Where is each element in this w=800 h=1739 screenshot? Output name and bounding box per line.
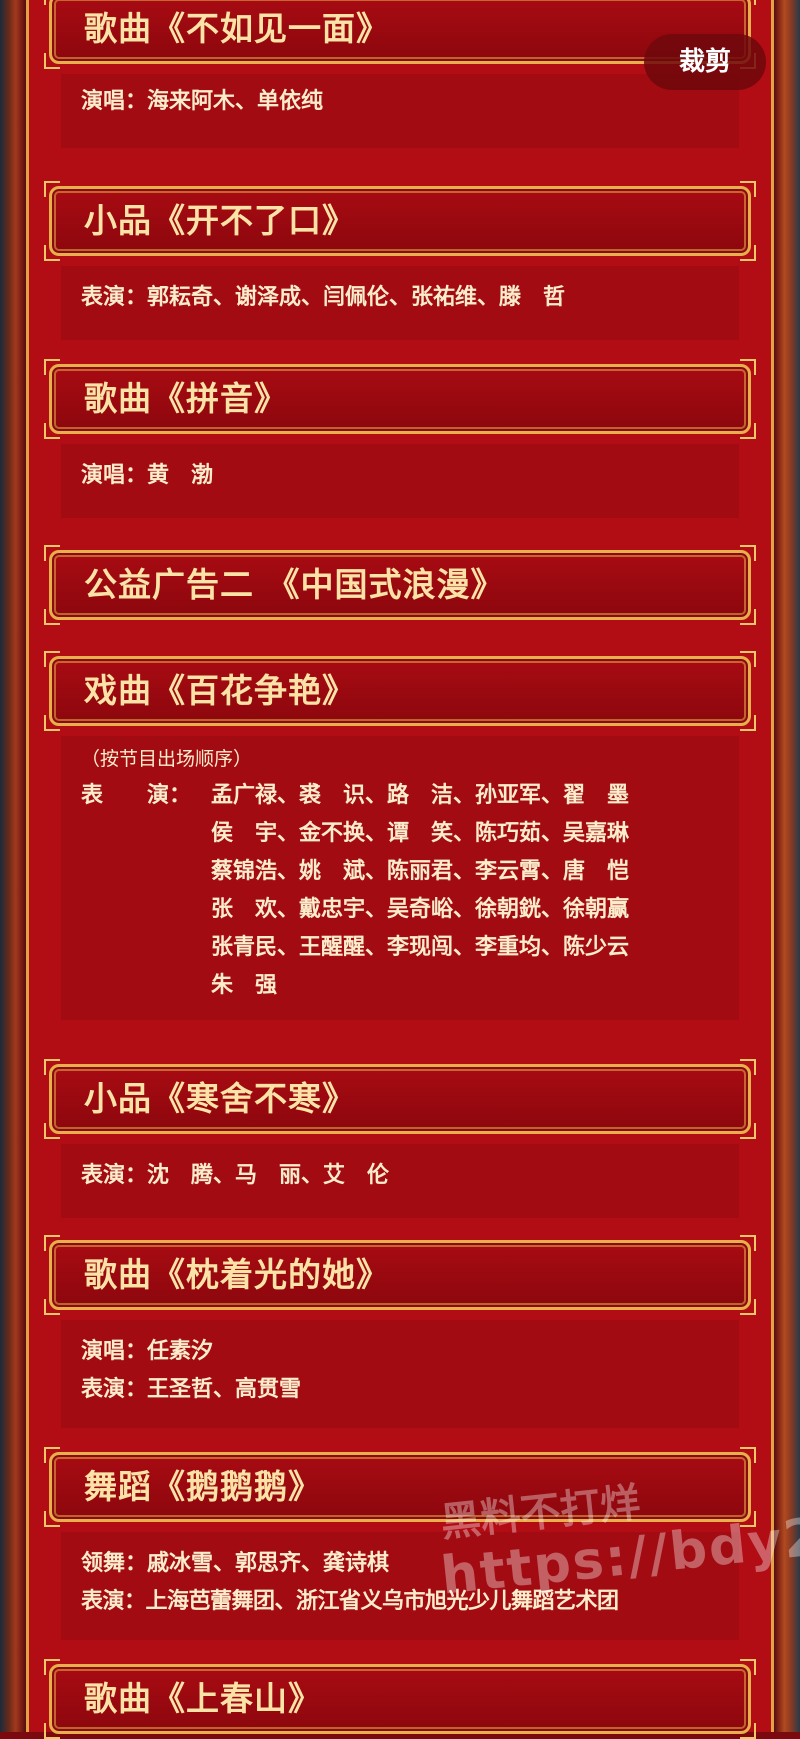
program-item: 歌曲《枕着光的她》 演唱：任素汐 表演：王圣哲、高贯雪 — [44, 1235, 756, 1428]
credit-line: 表演：郭耘奇、谢泽成、闫佩伦、张祐维、滕 哲 — [81, 284, 566, 310]
order-note: （按节目出场顺序） — [81, 748, 253, 770]
program-title: 小品《寒舍不寒》 — [84, 1079, 356, 1118]
program-title: 歌曲《枕着光的她》 — [84, 1255, 390, 1294]
program-list: 歌曲《不如见一面》 演唱：海来阿木、单依纯 小品《开不了口》 表演：郭耘奇、谢泽… — [26, 0, 774, 1739]
program-item: 公益广告二 《中国式浪漫》 — [44, 545, 756, 625]
performers-list: 孟广禄、裘 识、路 洁、孙亚军、翟 墨 侯 宇、金不换、谭 笑、陈巧茹、吴嘉琳 … — [211, 776, 629, 1004]
program-title-banner: 小品《寒舍不寒》 — [44, 1059, 756, 1139]
program-title-banner: 戏曲《百花争艳》 — [44, 651, 756, 731]
right-decorative-border — [774, 0, 800, 1732]
left-decorative-border — [0, 0, 26, 1732]
performers-line: 侯 宇、金不换、谭 笑、陈巧茹、吴嘉琳 — [211, 820, 630, 846]
program-title: 歌曲《不如见一面》 — [84, 9, 390, 48]
performers-line: 朱 强 — [211, 972, 278, 998]
program-title: 歌曲《上春山》 — [84, 1679, 322, 1718]
program-credits: 表演：郭耘奇、谢泽成、闫佩伦、张祐维、滕 哲 — [61, 266, 739, 340]
program-title-banner: 公益广告二 《中国式浪漫》 — [44, 545, 756, 625]
performers-line: 孟广禄、裘 识、路 洁、孙亚军、翟 墨 — [211, 782, 630, 808]
credit-line: 演唱：任素汐 — [81, 1338, 214, 1364]
program-title: 舞蹈《鹅鹅鹅》 — [84, 1467, 322, 1506]
program-item: 歌曲《不如见一面》 演唱：海来阿木、单依纯 — [44, 0, 756, 148]
program-title-banner: 歌曲《枕着光的她》 — [44, 1235, 756, 1315]
program-title-banner: 小品《开不了口》 — [44, 181, 756, 261]
performers-block: 表 演： 孟广禄、裘 识、路 洁、孙亚军、翟 墨 侯 宇、金不换、谭 笑、陈巧茹… — [81, 776, 719, 1004]
program-title-banner: 歌曲《上春山》 — [44, 1659, 756, 1739]
credit-line: 表演：沈 腾、马 丽、艾 伦 — [81, 1162, 390, 1188]
program-credits: 演唱：海来阿木、单依纯 — [61, 74, 739, 148]
program-credits: （按节目出场顺序） 表 演： 孟广禄、裘 识、路 洁、孙亚军、翟 墨 侯 宇、金… — [61, 736, 739, 1020]
program-credits: 演唱：黄 渤 — [61, 444, 739, 518]
credit-line: 表演：王圣哲、高贯雪 — [81, 1376, 302, 1402]
program-title: 小品《开不了口》 — [84, 201, 356, 240]
performers-line: 蔡锦浩、姚 斌、陈丽君、李云霄、唐 恺 — [211, 858, 630, 884]
performers-line: 张青民、王醒醒、李现闯、李重均、陈少云 — [211, 934, 630, 960]
program-title: 歌曲《拼音》 — [84, 379, 288, 418]
program-credits: 演唱：任素汐 表演：王圣哲、高贯雪 — [61, 1320, 739, 1428]
credit-line: 演唱：黄 渤 — [81, 462, 214, 488]
crop-button[interactable]: 裁剪 — [644, 34, 766, 90]
performers-label: 表 演： — [81, 782, 192, 808]
program-title-banner: 舞蹈《鹅鹅鹅》 — [44, 1447, 756, 1527]
program-title: 戏曲《百花争艳》 — [84, 671, 356, 710]
program-item: 歌曲《拼音》 演唱：黄 渤 — [44, 359, 756, 518]
program-item: 戏曲《百花争艳》 （按节目出场顺序） 表 演： 孟广禄、裘 识、路 洁、孙亚军、… — [44, 651, 756, 1020]
program-item: 歌曲《上春山》 — [44, 1659, 756, 1739]
program-title: 公益广告二 《中国式浪漫》 — [84, 565, 505, 604]
performers-line: 张 欢、戴忠宇、吴奇峪、徐朝銧、徐朝赢 — [211, 896, 630, 922]
program-item: 小品《寒舍不寒》 表演：沈 腾、马 丽、艾 伦 — [44, 1059, 756, 1218]
program-title-banner: 歌曲《拼音》 — [44, 359, 756, 439]
credit-line: 演唱：海来阿木、单依纯 — [81, 88, 324, 114]
program-credits: 表演：沈 腾、马 丽、艾 伦 — [61, 1144, 739, 1218]
program-item: 小品《开不了口》 表演：郭耘奇、谢泽成、闫佩伦、张祐维、滕 哲 — [44, 181, 756, 340]
